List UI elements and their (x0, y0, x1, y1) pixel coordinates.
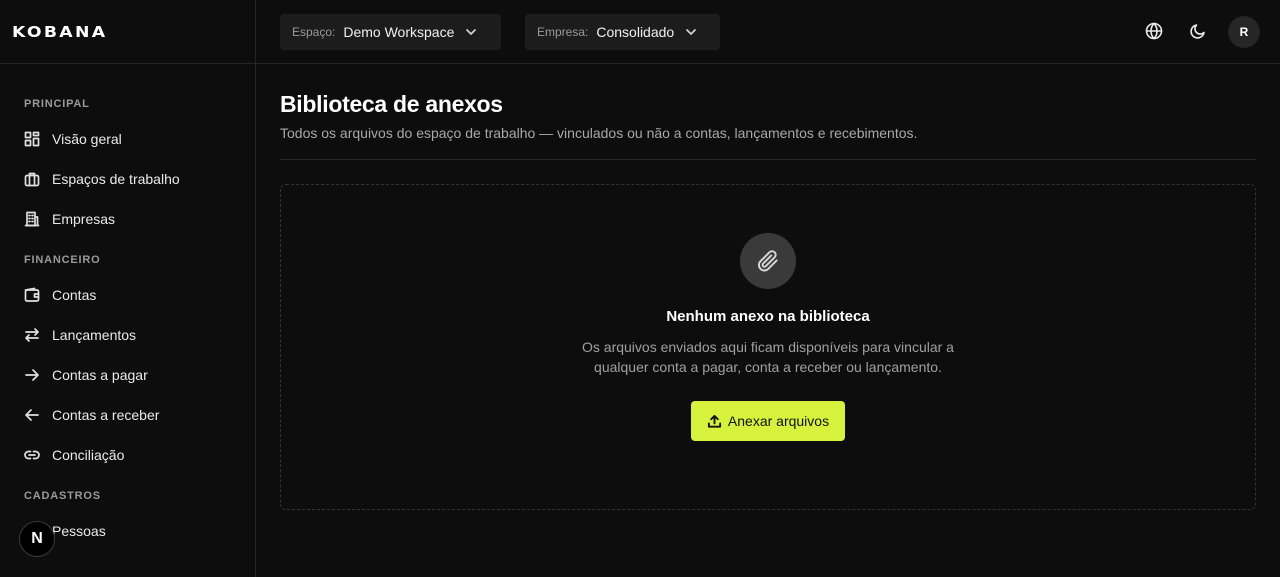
nav-section-financeiro: FINANCEIRO (24, 254, 101, 266)
logo-bar: KOBANA (0, 0, 255, 64)
dashboard-icon (24, 131, 40, 147)
sidebar-item-label: Empresas (52, 211, 116, 227)
page-subtitle: Todos os arquivos do espaço de trabalho … (280, 125, 918, 141)
sidebar-item-lancamentos[interactable]: Lançamentos (0, 315, 255, 355)
workspace-caption: Espaço: (292, 25, 336, 39)
sidebar-item-label: Conciliação (52, 447, 125, 463)
sidebar-item-label: Visão geral (52, 131, 122, 147)
sidebar-item-label: Lançamentos (52, 327, 137, 343)
company-value: Consolidado (596, 24, 675, 40)
sidebar: KOBANA PRINCIPAL Visão geral Espaços de … (0, 0, 256, 577)
arrow-left-icon (24, 407, 40, 423)
kobana-logo[interactable]: KOBANA (12, 23, 107, 41)
sidebar-item-label: Contas a receber (52, 407, 160, 423)
nav-section-cadastros: CADASTROS (24, 490, 101, 502)
topbar: Espaço: Demo Workspace Empresa: Consolid… (256, 0, 1280, 64)
sidebar-item-empresas[interactable]: Empresas (0, 199, 255, 239)
app: KOBANA PRINCIPAL Visão geral Espaços de … (0, 0, 1280, 577)
swap-arrows-icon (24, 327, 40, 343)
sidebar-item-contas[interactable]: Contas (0, 275, 255, 315)
sidebar-item-label: Contas a pagar (52, 367, 148, 383)
sidebar-item-label: Contas (52, 287, 97, 303)
n-badge[interactable]: N (19, 521, 55, 557)
wallet-icon (24, 287, 40, 303)
moon-icon[interactable] (1189, 22, 1209, 42)
sidebar-nav: PRINCIPAL Visão geral Espaços de trabalh… (0, 64, 255, 551)
sidebar-item-espacos[interactable]: Espaços de trabalho (0, 159, 255, 199)
link-icon (24, 447, 40, 463)
globe-icon[interactable] (1145, 22, 1165, 42)
company-select[interactable]: Empresa: Consolidado (525, 14, 720, 50)
nav-section-principal: PRINCIPAL (24, 98, 90, 110)
sidebar-item-label: Espaços de trabalho (52, 171, 180, 187)
avatar[interactable]: R (1228, 16, 1260, 48)
empty-state-description: Os arquivos enviados aqui ficam disponív… (582, 339, 954, 375)
empty-state-title: Nenhum anexo na biblioteca (666, 308, 870, 325)
attach-files-label: Anexar arquivos (727, 413, 830, 429)
workspace-value: Demo Workspace (343, 24, 455, 40)
attachments-dropzone[interactable]: Nenhum anexo na biblioteca Os arquivos e… (280, 184, 1256, 510)
upload-icon (707, 414, 721, 428)
sidebar-item-label: Pessoas (52, 523, 106, 539)
page-title: Biblioteca de anexos (280, 91, 503, 117)
company-caption: Empresa: (537, 25, 589, 39)
building-icon (24, 211, 40, 227)
chevron-down-icon (464, 25, 478, 39)
workspace-select[interactable]: Espaço: Demo Workspace (280, 14, 501, 50)
sidebar-item-visao-geral[interactable]: Visão geral (0, 119, 255, 159)
sidebar-item-conciliacao[interactable]: Conciliação (0, 435, 255, 475)
sidebar-item-contas-a-receber[interactable]: Contas a receber (0, 395, 255, 435)
chevron-down-icon (684, 25, 698, 39)
sidebar-item-contas-a-pagar[interactable]: Contas a pagar (0, 355, 255, 395)
briefcase-icon (24, 171, 40, 187)
attach-files-button[interactable]: Anexar arquivos (690, 401, 846, 441)
paperclip-icon (740, 233, 796, 289)
arrow-right-icon (24, 367, 40, 383)
main-content: Biblioteca de anexos Todos os arquivos d… (280, 64, 1256, 510)
divider (280, 159, 1256, 160)
